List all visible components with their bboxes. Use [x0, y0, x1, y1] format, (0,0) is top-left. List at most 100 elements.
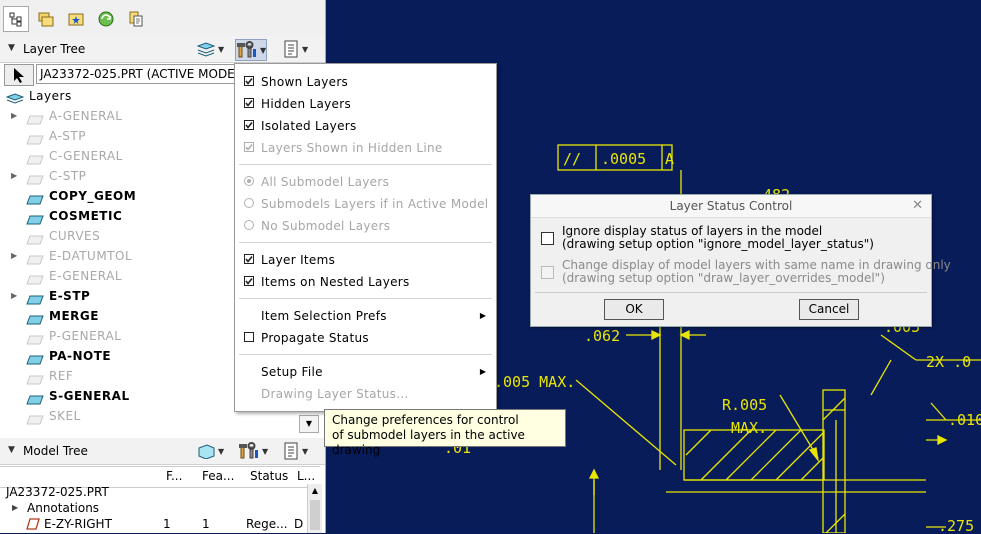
layer-icon [26, 355, 44, 365]
folders-icon [38, 12, 54, 27]
menu-item[interactable]: Items on Nested Layers [235, 271, 496, 293]
layer-status-dialog: Layer Status Control ✕ Ignore display st… [530, 194, 951, 327]
menu-item[interactable]: Layer Items [235, 249, 496, 271]
menu-item: Layers Shown in Hidden Line [235, 137, 496, 159]
expand-triangle-icon[interactable]: ▶ [11, 246, 17, 266]
layer-icon [26, 395, 44, 405]
checkbox-checked-icon [244, 276, 254, 286]
radius-label-text: R.005 [722, 396, 767, 414]
expand-triangle-icon[interactable]: ▶ [11, 166, 17, 186]
tol-symbol-text: // [563, 150, 581, 168]
menu-item-label: Layers Shown in Hidden Line [261, 141, 443, 155]
radius-max-text: MAX. [731, 419, 767, 437]
ok-button[interactable]: OK [604, 299, 664, 320]
override-display-note: (drawing setup option "draw_layer_overri… [562, 271, 885, 285]
column-header-layer[interactable]: L... [297, 469, 315, 483]
column-header-status[interactable]: Status [250, 469, 288, 483]
history-tab[interactable] [93, 6, 119, 32]
folder-star-icon [68, 13, 84, 26]
cursor-arrow-icon [14, 68, 24, 83]
menu-item: No Submodel Layers [235, 215, 496, 237]
layer-tab[interactable] [123, 6, 149, 32]
collapse-triangle-icon[interactable]: ▼ [8, 445, 15, 455]
layer-tree-title: Layer Tree [23, 42, 86, 56]
layers-icon [196, 42, 216, 57]
expand-triangle-icon[interactable]: ▶ [11, 286, 17, 306]
layers-root-label: Layers [29, 89, 72, 103]
layer-icon [26, 175, 44, 185]
menu-item-label: Propagate Status [261, 331, 369, 345]
ignore-status-checkbox[interactable] [541, 232, 554, 245]
layer-name: E-STP [49, 289, 91, 303]
menu-item[interactable]: Setup File ▶ [235, 361, 496, 383]
hammer-wrench-icon [239, 442, 258, 459]
feature-layer: D [294, 517, 304, 531]
menu-item: Drawing Layer Status... [235, 383, 496, 405]
model-tree-settings-button[interactable]: ▼ [238, 441, 268, 461]
menu-item[interactable]: Isolated Layers [235, 115, 496, 137]
menu-item[interactable]: Propagate Status [235, 327, 496, 349]
layer-name: S-GENERAL [49, 389, 130, 403]
scroll-up-icon[interactable]: ▲ [308, 484, 322, 498]
model-tree-root[interactable]: JA23372-025.PRT [0, 484, 300, 500]
menu-item: Submodels Layers if in Active Model [235, 193, 496, 215]
layer-icon [26, 275, 44, 285]
expand-triangle-icon[interactable]: ▶ [12, 500, 18, 516]
close-icon[interactable]: ✕ [912, 195, 923, 217]
layers-dropdown-button[interactable]: ▼ [196, 39, 224, 59]
list-document-icon [284, 442, 298, 460]
layer-icon [26, 195, 44, 205]
column-header-f[interactable]: F... [166, 469, 182, 483]
model-tree-row[interactable]: ▶ Annotations [0, 500, 300, 516]
ignore-status-note: (drawing setup option "ignore_model_laye… [562, 237, 874, 251]
menu-item-label: Isolated Layers [261, 119, 357, 133]
model-tree-display-button[interactable]: ▼ [196, 441, 224, 461]
tree-display-icon [198, 444, 215, 459]
tree-icon [9, 12, 22, 27]
model-tree-scrollbar[interactable]: ▲ [307, 484, 322, 533]
model-root-label: JA23372-025.PRT [6, 485, 109, 499]
feature-number: 1 [202, 517, 210, 531]
show-dropdown-button[interactable]: ▼ [282, 39, 308, 59]
menu-separator [239, 242, 492, 243]
layer-tools-menu: Shown Layers Hidden Layers Isolated Layers… [234, 63, 497, 412]
column-header-feature[interactable]: Fea... [202, 469, 234, 483]
dim-062-text: .062 [584, 327, 620, 345]
model-tree-title: Model Tree [23, 444, 88, 458]
radio-icon [244, 198, 254, 208]
menu-item[interactable]: Hidden Layers [235, 93, 496, 115]
checkbox-checked-icon [244, 254, 254, 264]
layer-icon [26, 335, 44, 345]
submenu-arrow-icon: ▶ [479, 311, 486, 320]
dialog-title: Layer Status Control [531, 195, 931, 218]
layer-name: REF [49, 369, 74, 383]
menu-item-label: Hidden Layers [261, 97, 352, 111]
tooltip-line-1: Change preferences for control [332, 413, 519, 427]
model-tree-tab[interactable] [3, 6, 29, 32]
menu-item-label: Setup File [261, 365, 323, 379]
active-model-field[interactable]: JA23372-025.PRT (ACTIVE MODEL) [36, 64, 251, 84]
tooltip-line-2: of submodel layers in the active drawing [332, 428, 525, 457]
scroll-thumb[interactable] [310, 500, 320, 530]
tools-dropdown-button[interactable]: ▼ [235, 39, 268, 61]
collapse-triangle-icon[interactable]: ▼ [8, 43, 15, 53]
globe-refresh-icon [98, 11, 114, 27]
menu-separator [239, 298, 492, 299]
override-display-checkbox [541, 266, 554, 279]
tol-datum-text: A [665, 150, 674, 168]
favorites-tab[interactable] [63, 6, 89, 32]
menu-item[interactable]: Shown Layers [235, 71, 496, 93]
select-model-button[interactable] [4, 64, 34, 86]
max-label-text: .005 MAX. [494, 373, 575, 391]
layer-list-scroll-down[interactable]: ▼ [299, 415, 319, 433]
model-tree-row[interactable]: E-ZY-RIGHT 1 1 Rege... D [0, 516, 304, 532]
layer-name: E-DATUMTOL [49, 249, 133, 263]
folder-browser-tab[interactable] [33, 6, 59, 32]
annotations-label: Annotations [27, 501, 100, 515]
documents-tools-icon [129, 11, 143, 27]
menu-item[interactable]: Item Selection Prefs ▶ [235, 305, 496, 327]
cancel-button[interactable]: Cancel [799, 299, 859, 320]
expand-triangle-icon[interactable]: ▶ [11, 106, 17, 126]
layer-icon [26, 295, 44, 305]
model-tree-show-button[interactable]: ▼ [282, 441, 308, 461]
